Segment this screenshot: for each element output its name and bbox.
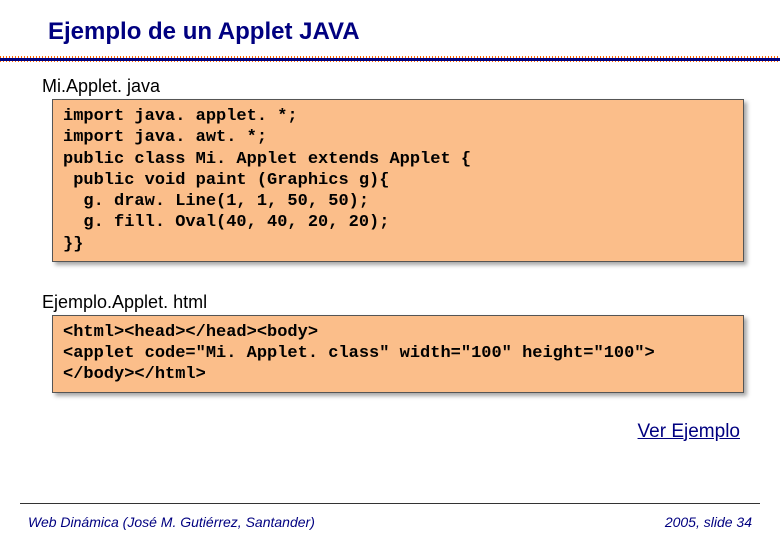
slide: Ejemplo de un Applet JAVA Mi.Applet. jav… [0, 0, 780, 540]
file-label-2: Ejemplo.Applet. html [0, 292, 780, 313]
link-row: Ver Ejemplo [0, 421, 780, 443]
title-divider [0, 56, 780, 62]
code-block-java: import java. applet. *; import java. awt… [52, 99, 744, 262]
slide-title: Ejemplo de un Applet JAVA [0, 18, 780, 46]
footer-left: Web Dinámica (José M. Gutiérrez, Santand… [28, 514, 315, 530]
footer: Web Dinámica (José M. Gutiérrez, Santand… [0, 514, 780, 530]
ver-ejemplo-link[interactable]: Ver Ejemplo [638, 421, 740, 442]
footer-rule [20, 503, 760, 504]
file-label-1: Mi.Applet. java [0, 76, 780, 97]
footer-right: 2005, slide 34 [665, 514, 752, 530]
spacer [0, 262, 780, 292]
code-block-html: <html><head></head><body> <applet code="… [52, 315, 744, 393]
divider-blue-bar [0, 58, 780, 61]
